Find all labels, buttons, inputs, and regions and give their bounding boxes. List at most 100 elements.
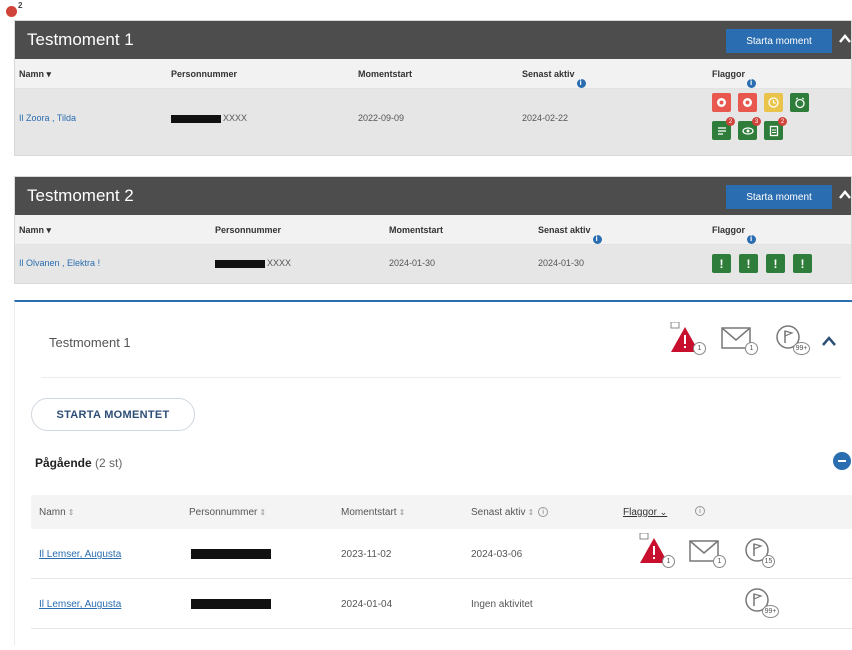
alert-count-badge: 1 bbox=[693, 342, 706, 355]
flag-circle-icon[interactable]: 15 bbox=[744, 537, 784, 571]
moment-panel-2: Testmoment 2 Starta moment Namn ▾ Person… bbox=[14, 176, 852, 284]
ongoing-heading: Pågående (2 st) bbox=[35, 456, 122, 470]
personnummer-cell: XXXX bbox=[171, 113, 247, 123]
start-moment-button[interactable]: STARTA MOMENTET bbox=[31, 398, 195, 431]
info-icon[interactable] bbox=[592, 234, 602, 244]
personnummer-cell bbox=[191, 599, 273, 610]
col-personnummer[interactable]: Personnummer ⇕ bbox=[189, 507, 266, 518]
col-momentstart: Momentstart bbox=[389, 225, 444, 235]
alert-warning-icon[interactable]: 1 bbox=[669, 321, 709, 358]
panel-header: Testmoment 1 Starta moment bbox=[15, 21, 851, 59]
pnr-suffix: XXXX bbox=[267, 258, 292, 268]
info-icon[interactable] bbox=[576, 78, 586, 88]
info-icon[interactable]: i bbox=[538, 507, 549, 518]
table-row: Il Lemser, Augusta 2024-01-04 Ingen akti… bbox=[31, 579, 852, 629]
flag-green-exclamation-icon[interactable]: ! bbox=[712, 254, 731, 273]
col-flaggor: Flaggor bbox=[712, 69, 756, 88]
table-row: Il Olvanen , Elektra ! XXXX 2024-01-30 2… bbox=[15, 245, 851, 283]
col-name[interactable]: Namn ▾ bbox=[19, 69, 51, 80]
flag-green-list-icon[interactable]: 2 bbox=[712, 117, 735, 140]
col-flaggor-label: Flaggor bbox=[712, 225, 745, 235]
col-momentstart-label: Momentstart bbox=[341, 507, 397, 518]
col-momentstart[interactable]: Momentstart ⇕ bbox=[341, 507, 405, 518]
senast-aktiv-cell: 2024-02-22 bbox=[522, 113, 569, 123]
redacted-block bbox=[191, 549, 271, 560]
start-moment-button[interactable]: Starta moment bbox=[726, 185, 832, 209]
alert-warning-icon[interactable]: 1 bbox=[638, 532, 678, 573]
flag-green-alarm-icon[interactable] bbox=[790, 93, 809, 112]
flag-green-exclamation-icon[interactable]: ! bbox=[739, 254, 758, 273]
momentstart-cell: 2022-09-09 bbox=[358, 113, 405, 123]
col-name-label: Namn bbox=[39, 507, 66, 518]
start-moment-button[interactable]: Starta moment bbox=[726, 29, 832, 53]
col-momentstart: Momentstart bbox=[358, 69, 413, 79]
col-name[interactable]: Namn ⇕ bbox=[39, 507, 74, 518]
col-personnummer: Personnummer bbox=[215, 225, 282, 235]
sort-icon: ⇕ bbox=[259, 508, 267, 517]
panel-header: Testmoment 2 Starta moment bbox=[15, 177, 851, 215]
senast-aktiv-cell: Ingen aktivitet bbox=[471, 599, 533, 610]
col-senast-aktiv-label: Senast aktiv bbox=[471, 507, 526, 518]
col-senast-aktiv: Senast aktiv bbox=[538, 225, 602, 244]
col-senast-aktiv: Senast aktiv bbox=[522, 69, 586, 88]
flag-count-badge: 3 bbox=[752, 117, 761, 126]
collapse-chevron-up-icon[interactable] bbox=[838, 188, 852, 202]
momentstart-cell: 2023-11-02 bbox=[341, 549, 392, 560]
alert-count-badge: 1 bbox=[662, 555, 675, 568]
flag-count-badge: 99+ bbox=[762, 605, 779, 618]
flag-green-document-icon[interactable]: 2 bbox=[764, 117, 787, 140]
info-icon[interactable] bbox=[747, 78, 756, 88]
notification-count: 2 bbox=[18, 1, 23, 10]
flag-circle-icon[interactable]: 99+ bbox=[744, 587, 784, 621]
ongoing-label: Pågående bbox=[35, 456, 92, 470]
momentstart-cell: 2024-01-04 bbox=[341, 599, 393, 610]
student-name-link[interactable]: Il Lemser, Augusta bbox=[39, 599, 121, 610]
table-row: Il Zoora , Tilda XXXX 2022-09-09 2024-02… bbox=[15, 89, 851, 155]
flag-green-exclamation-icon[interactable]: ! bbox=[766, 254, 785, 273]
sort-icon: ⇕ bbox=[398, 508, 406, 517]
flag-red-stop-icon[interactable] bbox=[738, 93, 757, 112]
col-flaggor: Flaggor bbox=[712, 225, 756, 244]
student-name-link[interactable]: Il Lemser, Augusta bbox=[39, 549, 121, 560]
col-name[interactable]: Namn ▾ bbox=[19, 225, 51, 236]
mail-icon[interactable]: 1 bbox=[721, 326, 761, 358]
senast-aktiv-cell: 2024-01-30 bbox=[538, 258, 585, 268]
collapse-chevron-up-icon[interactable] bbox=[838, 32, 852, 46]
mail-count-badge: 1 bbox=[745, 342, 758, 355]
collapse-minus-button[interactable] bbox=[833, 452, 851, 470]
info-icon[interactable]: i bbox=[695, 506, 705, 516]
moment-panel-1: Testmoment 1 Starta moment Namn ▾ Person… bbox=[14, 20, 852, 156]
flag-circle-icon[interactable]: 99+ bbox=[775, 324, 815, 358]
momentstart-cell: 2024-01-30 bbox=[389, 258, 436, 268]
col-name-label: Namn bbox=[19, 69, 45, 79]
notification-badge: 2 bbox=[6, 1, 22, 17]
personnummer-cell bbox=[191, 549, 273, 560]
ongoing-count: (2 st) bbox=[95, 456, 123, 470]
card-title: Testmoment 1 bbox=[49, 335, 131, 350]
student-name-link[interactable]: Il Zoora , Tilda bbox=[19, 113, 76, 123]
flag-green-exclamation-icon[interactable]: ! bbox=[793, 254, 812, 273]
table-header: Namn ▾ Personnummer Momentstart Senast a… bbox=[15, 215, 851, 245]
divider bbox=[41, 377, 841, 378]
flag-green-eye-icon[interactable]: 3 bbox=[738, 117, 761, 140]
table-header: Namn ▾ Personnummer Momentstart Senast a… bbox=[15, 59, 851, 89]
sort-icon: ⇕ bbox=[67, 508, 75, 517]
mail-count-badge: 1 bbox=[713, 555, 726, 568]
senast-aktiv-cell: 2024-03-06 bbox=[471, 549, 523, 560]
col-senast-aktiv[interactable]: Senast aktiv ⇕ i bbox=[471, 507, 549, 518]
col-flaggor[interactable]: Flaggor ⌄ bbox=[623, 507, 667, 518]
alert-mark: ! bbox=[97, 258, 101, 268]
redacted-block bbox=[191, 599, 271, 610]
flag-yellow-clock-icon[interactable] bbox=[764, 93, 783, 112]
student-name-link[interactable]: Il Olvanen , Elektra bbox=[19, 258, 95, 268]
personnummer-cell: XXXX bbox=[215, 258, 291, 268]
panel-title: Testmoment 1 bbox=[27, 30, 134, 49]
moment-card: Testmoment 1 1 1 99+ STARTA MOMENTET Påg… bbox=[14, 300, 852, 645]
collapse-chevron-up-icon[interactable] bbox=[821, 334, 837, 348]
pnr-suffix: XXXX bbox=[223, 113, 248, 123]
flag-red-stop-icon[interactable] bbox=[712, 93, 731, 112]
flag-count-badge: 2 bbox=[778, 117, 787, 126]
info-icon[interactable] bbox=[747, 234, 756, 244]
mail-icon[interactable]: 1 bbox=[689, 539, 729, 571]
col-senast-aktiv-label: Senast aktiv bbox=[538, 225, 591, 235]
